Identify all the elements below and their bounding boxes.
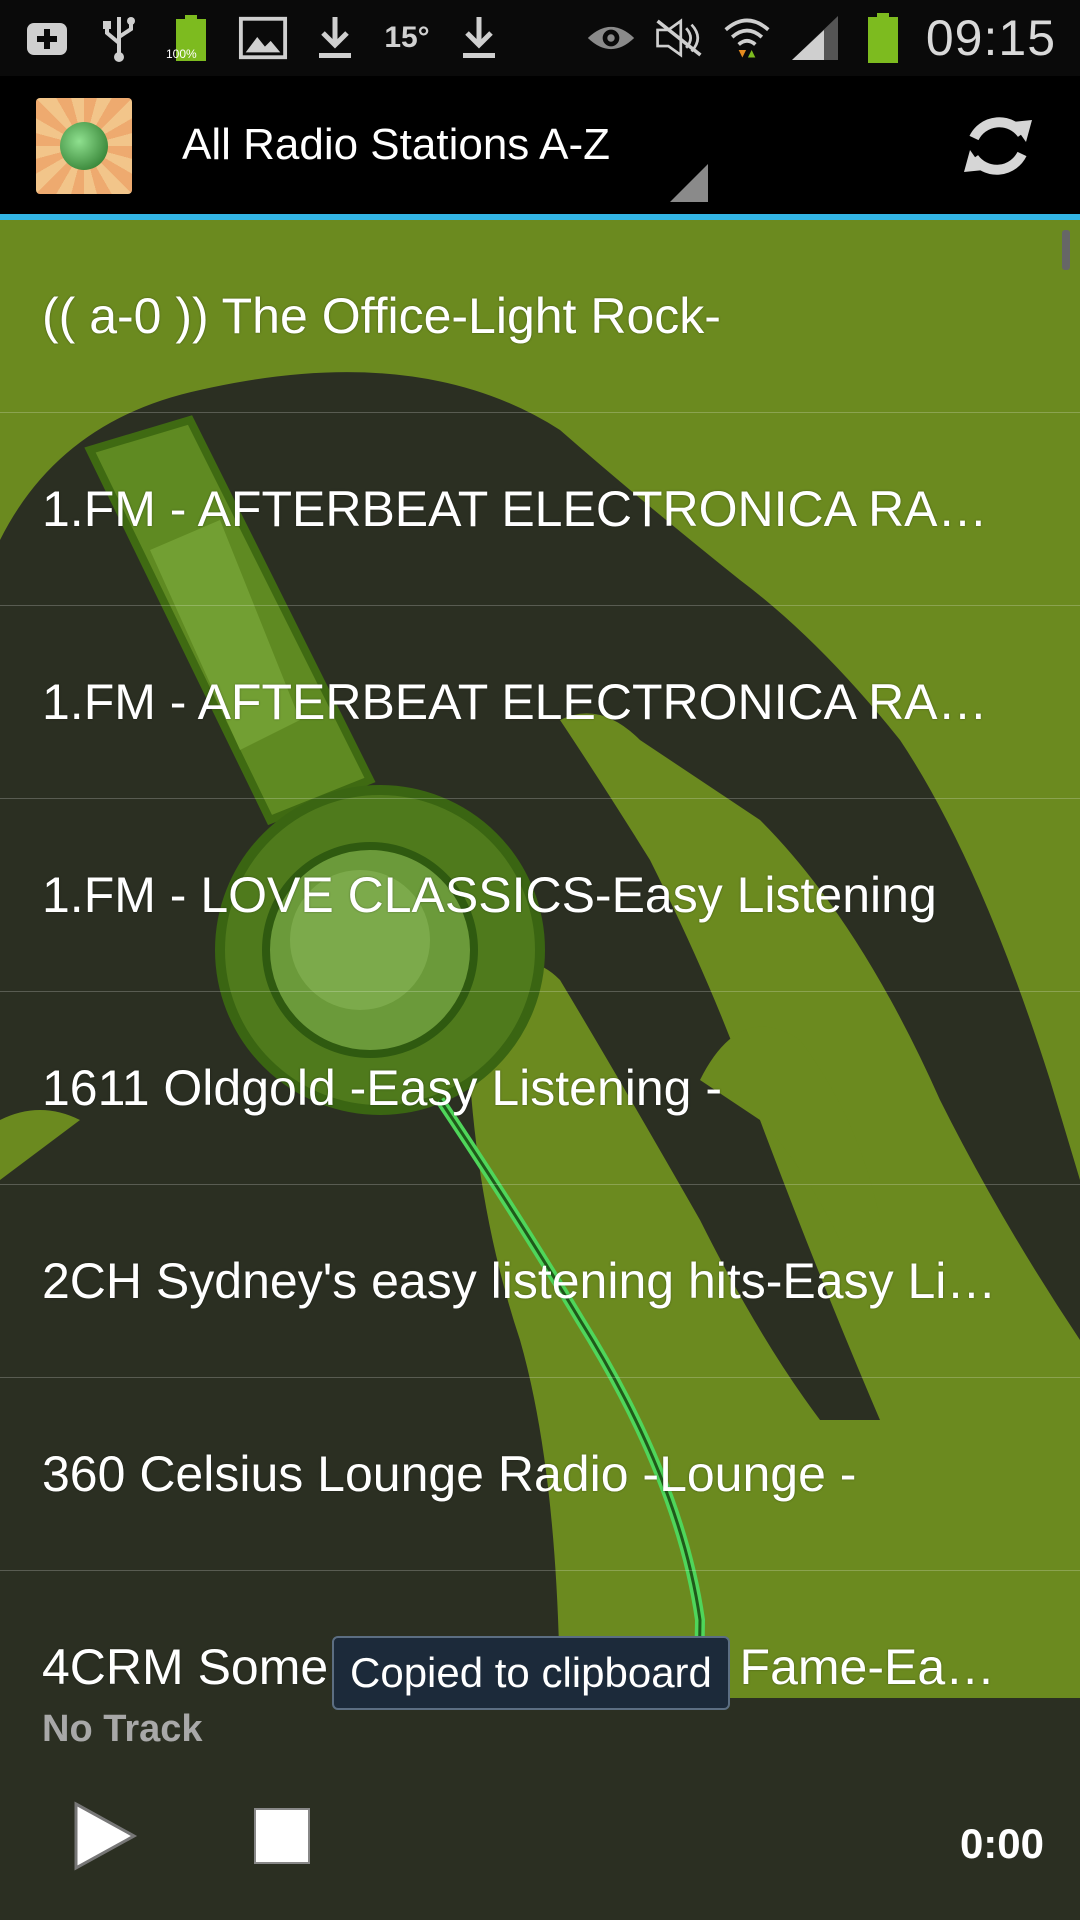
refresh-icon[interactable] [956,104,1040,188]
station-name: 1.FM - AFTERBEAT ELECTRONICA RADIO [42,481,1002,537]
battery-percent: 100% [166,47,197,61]
station-list-item[interactable]: 1.FM - LOVE CLASSICS-Easy Listening [0,799,1080,992]
weather-icon: 15° [382,13,432,63]
station-list-item[interactable]: 1611 Oldgold -Easy Listening - [0,992,1080,1185]
add-box-icon [22,13,72,63]
play-button[interactable] [70,1798,140,1874]
eye-icon [586,13,636,63]
station-name: 1.FM - AFTERBEAT ELECTRONICA RADIO [42,674,1002,730]
spinner-triangle-icon[interactable] [670,164,708,202]
station-list-item[interactable]: 1.FM - AFTERBEAT ELECTRONICA RADIO [0,413,1080,606]
action-bar: All Radio Stations A-Z [0,76,1080,214]
station-list: (( a-0 )) The Office-Light Rock- 1.FM - A… [0,220,1080,1698]
status-bar: 100% 15° 09:15 [0,0,1080,76]
scrollbar[interactable] [1062,230,1070,270]
usb-icon [94,13,144,63]
station-name: 1.FM - LOVE CLASSICS-Easy Listening [42,867,937,923]
temperature-label: 15° [384,21,430,54]
wifi-icon [722,13,772,63]
battery-full-icon: 100% [166,13,216,63]
station-list-container: (( a-0 )) The Office-Light Rock- 1.FM - A… [0,220,1080,1698]
station-list-item[interactable]: (( a-0 )) The Office-Light Rock- [0,220,1080,413]
player-panel: No Track 0:00 [0,1698,1080,1920]
download-icon [310,13,360,63]
station-list-item[interactable]: 360 Celsius Lounge Radio -Lounge - [0,1378,1080,1571]
toast-message: Copied to clipboard [332,1636,730,1710]
station-list-item[interactable]: 2CH Sydney's easy listening hits-Easy Li… [0,1185,1080,1378]
download-icon [454,13,504,63]
mute-icon [654,13,704,63]
station-name: (( a-0 )) The Office-Light Rock- [42,288,721,344]
station-name: 1611 Oldgold -Easy Listening - [42,1060,723,1116]
station-name: 2CH Sydney's easy listening hits-Easy Li… [42,1253,1002,1309]
stop-button[interactable] [254,1808,310,1864]
station-filter-spinner[interactable]: All Radio Stations A-Z [182,120,610,170]
signal-icon [790,13,840,63]
image-icon [238,13,288,63]
app-logo-icon[interactable] [36,98,132,194]
track-label: No Track [42,1708,203,1750]
station-list-item[interactable]: 1.FM - AFTERBEAT ELECTRONICA RADIO [0,606,1080,799]
station-name: 360 Celsius Lounge Radio -Lounge - [42,1446,857,1502]
playback-time: 0:00 [959,1820,1044,1867]
battery-icon [858,13,908,63]
clock: 09:15 [925,10,1056,66]
